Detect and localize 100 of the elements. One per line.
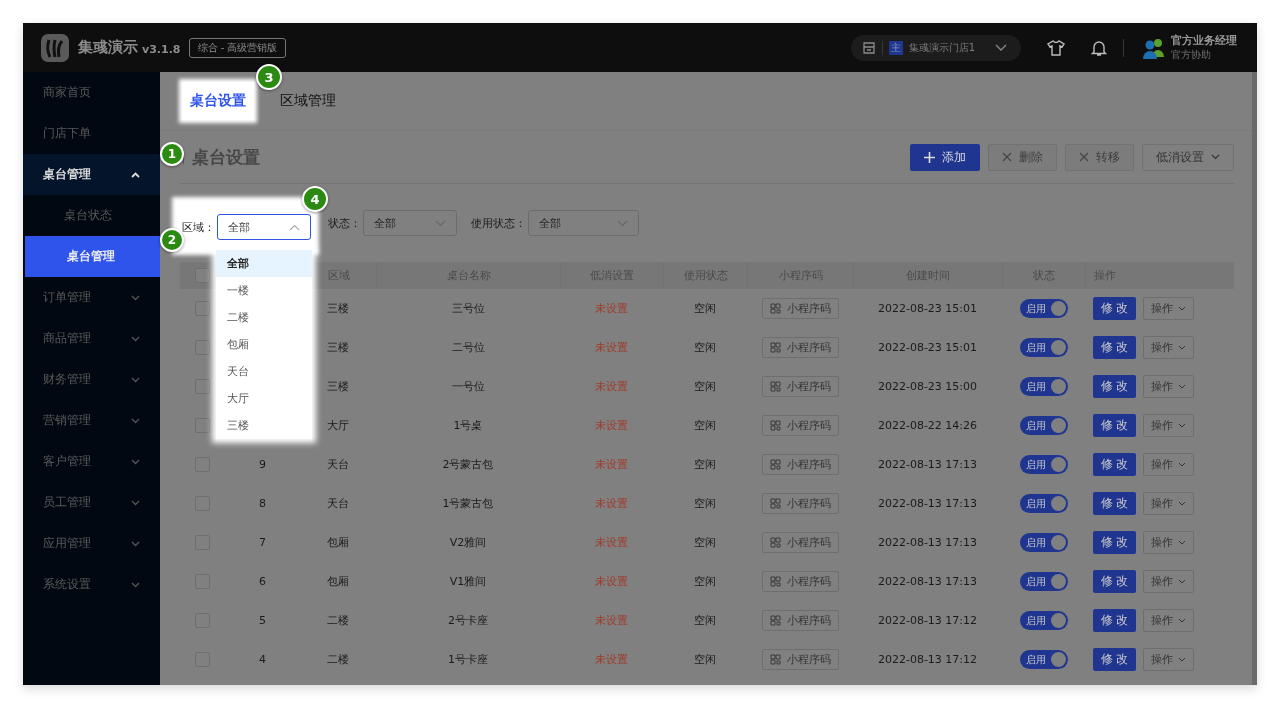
dropdown-button[interactable]: 低消设置 — [1142, 143, 1234, 171]
sidebar-item[interactable]: 应用管理 — [23, 523, 160, 564]
status-switch[interactable]: 启用 — [1019, 494, 1068, 513]
checkbox[interactable] — [195, 268, 210, 283]
edit-button[interactable]: 修改 — [1093, 531, 1136, 554]
shirt-icon[interactable] — [1047, 38, 1065, 57]
edit-button[interactable]: 修改 — [1093, 609, 1136, 632]
edit-button[interactable]: 修改 — [1093, 453, 1136, 476]
table-cell: 空闲 — [694, 457, 716, 472]
status-switch[interactable]: 启用 — [1019, 377, 1068, 396]
table-cell: 2022-08-23 15:01 — [877, 341, 978, 354]
table-cell: 未设置 — [595, 613, 628, 628]
sidebar-item[interactable]: 商家首页 — [23, 72, 160, 113]
table-cell: 2022-08-22 14:26 — [877, 419, 978, 432]
edit-button[interactable]: 修改 — [1093, 648, 1136, 671]
qr-code-button[interactable]: 小程序码 — [761, 649, 839, 670]
edit-button[interactable]: 修改 — [1093, 492, 1136, 515]
add-button[interactable]: 添加 — [910, 143, 980, 171]
sidebar-item[interactable]: 订单管理 — [23, 277, 160, 318]
dropdown-option[interactable]: 天台 — [216, 358, 312, 385]
actions-dropdown[interactable]: 操作 — [1143, 648, 1194, 671]
qr-code-icon — [769, 498, 781, 509]
actions-dropdown[interactable]: 操作 — [1143, 453, 1194, 476]
dropdown-option[interactable]: 三楼 — [216, 412, 312, 439]
table-cell: 未设置 — [595, 418, 628, 433]
status-switch[interactable]: 启用 — [1019, 416, 1068, 435]
sidebar-item[interactable]: 员工管理 — [23, 482, 160, 523]
qr-code-icon — [769, 576, 781, 587]
table-cell: V1雅间 — [449, 574, 487, 589]
chevron-down-icon — [1178, 423, 1186, 428]
actions-dropdown[interactable]: 操作 — [1143, 375, 1194, 398]
sidebar-item[interactable]: 门店下单 — [23, 113, 160, 154]
table-cell: 1号蒙古包 — [442, 496, 494, 511]
table-cell: 4 — [259, 653, 266, 666]
actions-dropdown[interactable]: 操作 — [1143, 570, 1194, 593]
filter-label: 区域： — [182, 219, 215, 235]
actions-dropdown[interactable]: 操作 — [1143, 609, 1194, 632]
qr-code-button[interactable]: 小程序码 — [761, 610, 839, 631]
filter-select[interactable]: 全部 — [363, 210, 457, 236]
dropdown-option[interactable]: 包厢 — [216, 331, 312, 358]
table-cell: 1号卡座 — [448, 652, 488, 667]
status-switch[interactable]: 启用 — [1019, 455, 1068, 474]
tab[interactable]: 桌台设置 — [182, 82, 254, 120]
status-switch[interactable]: 启用 — [1019, 650, 1068, 669]
bell-icon[interactable] — [1091, 38, 1107, 57]
table-cell: 二号位 — [451, 340, 485, 355]
table-cell: 6 — [259, 575, 266, 588]
sidebar-item[interactable]: 桌台管理 — [23, 154, 160, 195]
edit-button[interactable]: 修改 — [1093, 414, 1136, 437]
sidebar-item[interactable]: 营销管理 — [23, 400, 160, 441]
qr-code-button[interactable]: 小程序码 — [761, 415, 839, 436]
checkbox[interactable] — [195, 379, 210, 394]
status-switch[interactable]: 启用 — [1019, 338, 1068, 357]
qr-code-button[interactable]: 小程序码 — [761, 532, 839, 553]
filter-select[interactable]: 全部 — [217, 214, 311, 240]
qr-code-icon — [769, 342, 781, 353]
sidebar-item[interactable]: 系统设置 — [23, 564, 160, 605]
chevron-down-icon — [995, 43, 1007, 52]
qr-code-icon — [769, 615, 781, 626]
user-role: 官方协助 — [1171, 48, 1212, 62]
sidebar-item[interactable]: 商品管理 — [23, 318, 160, 359]
checkbox[interactable] — [195, 340, 210, 355]
table-cell: 未设置 — [595, 457, 628, 472]
sidebar-item[interactable]: 客户管理 — [23, 441, 160, 482]
qr-code-button[interactable]: 小程序码 — [761, 298, 839, 319]
status-switch[interactable]: 启用 — [1019, 533, 1068, 552]
qr-code-button[interactable]: 小程序码 — [761, 493, 839, 514]
sidebar-subitem[interactable]: 桌台管理 — [25, 236, 160, 277]
chevron-down-icon — [1178, 306, 1186, 311]
checkbox[interactable] — [195, 301, 210, 316]
actions-dropdown[interactable]: 操作 — [1143, 531, 1194, 554]
edit-button[interactable]: 修改 — [1093, 375, 1136, 398]
edition-badge: 综合 - 高级营销版 — [188, 37, 287, 58]
filter-select[interactable]: 全部 — [528, 210, 639, 236]
status-switch[interactable]: 启用 — [1019, 572, 1068, 591]
status-switch[interactable]: 启用 — [1019, 299, 1068, 318]
dropdown-option[interactable]: 大厅 — [216, 385, 312, 412]
status-switch[interactable]: 启用 — [1019, 611, 1068, 630]
chevron-down-icon — [131, 581, 140, 588]
qr-code-button[interactable]: 小程序码 — [761, 376, 839, 397]
store-selector[interactable]: 主 集彧演示门店1 — [850, 34, 1021, 61]
actions-dropdown[interactable]: 操作 — [1143, 414, 1194, 437]
actions-dropdown[interactable]: 操作 — [1143, 492, 1194, 515]
qr-code-button[interactable]: 小程序码 — [761, 454, 839, 475]
actions-dropdown[interactable]: 操作 — [1143, 336, 1194, 359]
table-cell: 2022-08-13 17:13 — [877, 536, 978, 549]
edit-button[interactable]: 修改 — [1093, 336, 1136, 359]
qr-code-button[interactable]: 小程序码 — [761, 337, 839, 358]
edit-button[interactable]: 修改 — [1093, 570, 1136, 593]
actions-dropdown[interactable]: 操作 — [1143, 297, 1194, 320]
dropdown-option[interactable]: 二楼 — [216, 304, 312, 331]
logo-icon — [40, 32, 70, 63]
chevron-down-icon — [1178, 345, 1186, 350]
edit-button[interactable]: 修改 — [1093, 297, 1136, 320]
dropdown-option[interactable]: 全部 — [216, 250, 312, 277]
table-cell: 天台 — [327, 457, 349, 472]
checkbox[interactable] — [195, 418, 210, 433]
sidebar-item[interactable]: 财务管理 — [23, 359, 160, 400]
sidebar-subitem[interactable]: 桌台状态 — [23, 195, 160, 236]
qr-code-button[interactable]: 小程序码 — [761, 571, 839, 592]
